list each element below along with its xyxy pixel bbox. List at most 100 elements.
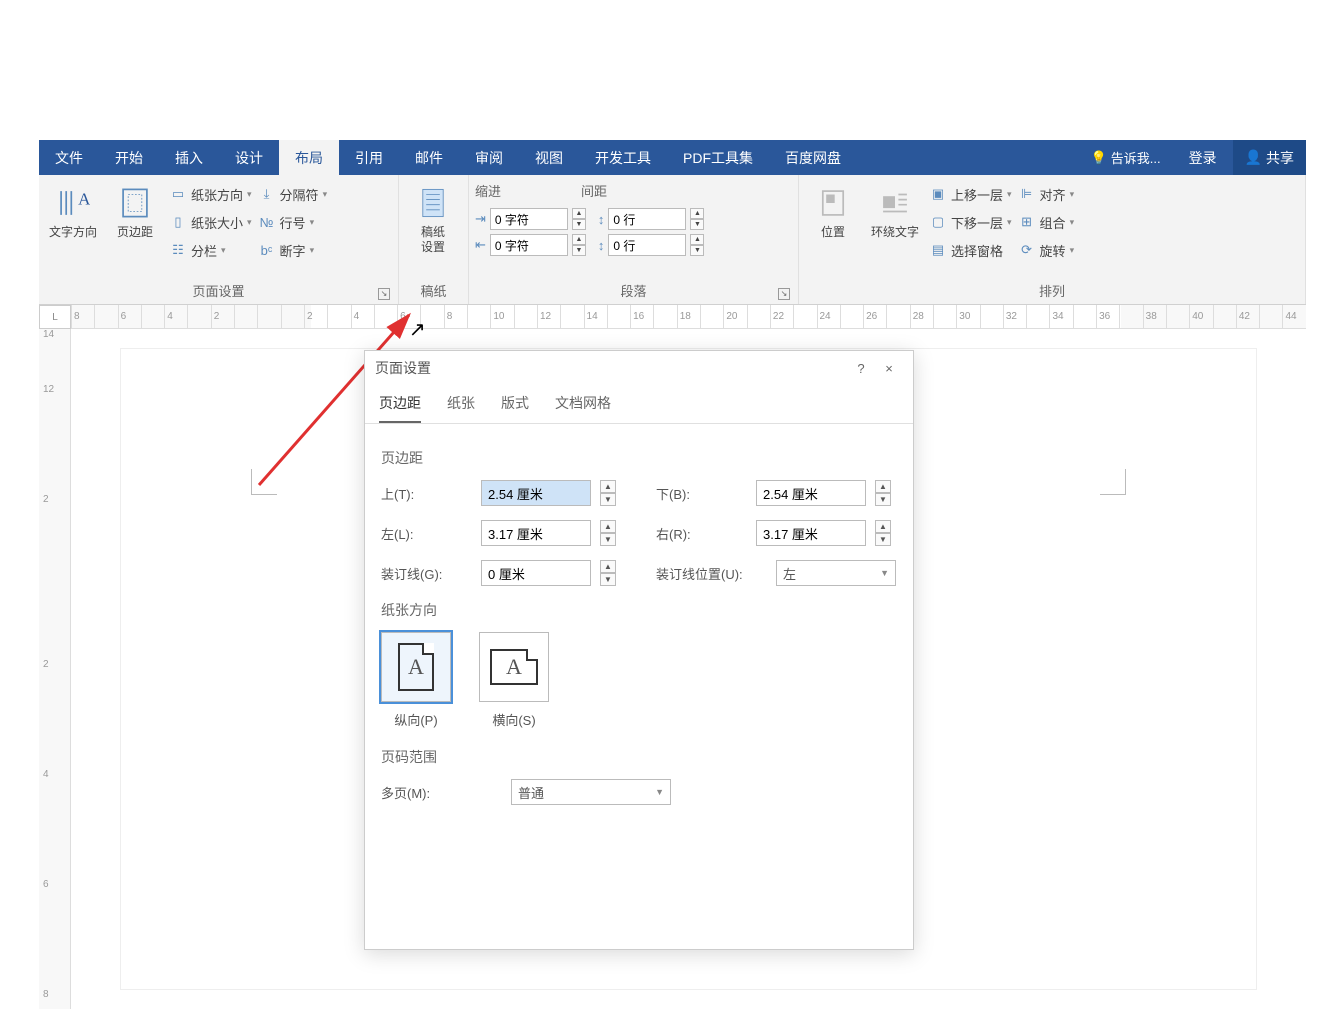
spacing-after-input[interactable]	[608, 234, 686, 256]
send-backward-button[interactable]: ▢下移一层	[929, 211, 1012, 233]
page-setup-launcher[interactable]: ↘	[378, 288, 390, 300]
margin-left-up[interactable]: ▲	[600, 520, 616, 533]
breaks-button[interactable]: ⤓分隔符	[258, 183, 328, 205]
margins-button[interactable]: 页边距	[107, 179, 163, 240]
tab-references[interactable]: 引用	[339, 140, 399, 175]
gutter-pos-label: 装订线位置(U):	[656, 564, 766, 583]
orientation-section-label: 纸张方向	[381, 600, 897, 620]
line-numbers-button[interactable]: №行号	[258, 211, 328, 233]
dialog-tab-paper[interactable]: 纸张	[447, 393, 475, 423]
columns-icon: ☷	[169, 242, 187, 258]
margin-left-input[interactable]	[481, 520, 591, 546]
spacing-before-input[interactable]	[608, 208, 686, 230]
text-direction-button[interactable]: A 文字方向	[45, 179, 101, 240]
dialog-help-button[interactable]: ?	[847, 361, 875, 376]
margin-top-up[interactable]: ▲	[600, 480, 616, 493]
tab-pdf[interactable]: PDF工具集	[667, 140, 769, 175]
margin-right-down[interactable]: ▼	[875, 533, 891, 546]
dialog-tab-grid[interactable]: 文档网格	[555, 393, 611, 423]
gutter-down[interactable]: ▼	[600, 573, 616, 586]
share-icon: 👤	[1245, 149, 1262, 166]
gutter-input[interactable]	[481, 560, 591, 586]
text-direction-icon: A	[56, 186, 90, 220]
position-button[interactable]: 位置	[805, 179, 861, 240]
wrap-icon	[878, 186, 912, 220]
margin-bottom-input[interactable]	[756, 480, 866, 506]
tab-file[interactable]: 文件	[39, 140, 99, 175]
spacing-before-down[interactable]: ▼	[690, 219, 704, 230]
svg-text:A: A	[78, 190, 90, 209]
selection-pane-icon: ▤	[929, 242, 947, 258]
tab-developer[interactable]: 开发工具	[579, 140, 667, 175]
send-backward-icon: ▢	[929, 214, 947, 230]
orientation-button[interactable]: ▭纸张方向	[169, 183, 252, 205]
spacing-after-icon: ↕	[598, 238, 605, 253]
tab-home[interactable]: 开始	[99, 140, 159, 175]
indent-left-input[interactable]	[490, 208, 568, 230]
wrap-text-button[interactable]: 环绕文字	[867, 179, 923, 240]
spacing-before-up[interactable]: ▲	[690, 208, 704, 219]
manuscript-group-label: 稿纸	[405, 282, 462, 302]
paragraph-launcher[interactable]: ↘	[778, 288, 790, 300]
indent-right-down[interactable]: ▼	[572, 245, 586, 256]
size-button[interactable]: ▯纸张大小	[169, 211, 252, 233]
size-icon: ▯	[169, 214, 187, 230]
gutter-pos-select[interactable]: 左▼	[776, 560, 896, 586]
rotate-icon: ⟳	[1018, 242, 1036, 258]
tab-layout[interactable]: 布局	[279, 140, 339, 175]
tab-review[interactable]: 审阅	[459, 140, 519, 175]
group-icon: ⊞	[1018, 214, 1036, 230]
tab-insert[interactable]: 插入	[159, 140, 219, 175]
margin-bottom-down[interactable]: ▼	[875, 493, 891, 506]
bring-forward-button[interactable]: ▣上移一层	[929, 183, 1012, 205]
bring-forward-icon: ▣	[929, 186, 947, 202]
margin-left-down[interactable]: ▼	[600, 533, 616, 546]
horizontal-ruler[interactable]: 8642246810121416182022242628303234363840…	[71, 305, 1306, 329]
hyphenation-icon: bᶜ	[258, 243, 276, 258]
tab-mailings[interactable]: 邮件	[399, 140, 459, 175]
indent-right-input[interactable]	[490, 234, 568, 256]
columns-button[interactable]: ☷分栏	[169, 239, 252, 261]
spacing-before-field[interactable]: ↕ ▲▼	[598, 208, 705, 230]
margin-top-input[interactable]	[481, 480, 591, 506]
spacing-after-down[interactable]: ▼	[690, 245, 704, 256]
margin-top-down[interactable]: ▼	[600, 493, 616, 506]
gutter-up[interactable]: ▲	[600, 560, 616, 573]
indent-right-up[interactable]: ▲	[572, 234, 586, 245]
hyphenation-button[interactable]: bᶜ断字	[258, 239, 328, 261]
margin-bottom-up[interactable]: ▲	[875, 480, 891, 493]
orientation-portrait[interactable]: A 纵向(P)	[381, 632, 451, 729]
tell-me-search[interactable]: 💡告诉我...	[1079, 140, 1173, 175]
orientation-landscape[interactable]: A 横向(S)	[479, 632, 549, 729]
manuscript-settings-button[interactable]: 稿纸 设置	[405, 179, 461, 255]
indent-right-field[interactable]: ⇤ ▲▼	[475, 234, 586, 256]
spacing-after-field[interactable]: ↕ ▲▼	[598, 234, 705, 256]
margin-right-input[interactable]	[756, 520, 866, 546]
page-range-section-label: 页码范围	[381, 747, 897, 767]
tab-design[interactable]: 设计	[219, 140, 279, 175]
group-button[interactable]: ⊞组合	[1018, 211, 1075, 233]
vertical-ruler[interactable]: 141222468	[39, 329, 71, 1009]
selection-pane-button[interactable]: ▤选择窗格	[929, 239, 1012, 261]
indent-left-down[interactable]: ▼	[572, 219, 586, 230]
multipage-select[interactable]: 普通▼	[511, 779, 671, 805]
indent-label: 缩进	[475, 181, 501, 200]
spacing-after-up[interactable]: ▲	[690, 234, 704, 245]
rotate-button[interactable]: ⟳旋转	[1018, 239, 1075, 261]
orientation-icon: ▭	[169, 186, 187, 202]
dialog-close-button[interactable]: ×	[875, 361, 903, 376]
indent-left-up[interactable]: ▲	[572, 208, 586, 219]
login-button[interactable]: 登录	[1173, 140, 1233, 175]
align-icon: ⊫	[1018, 186, 1036, 202]
dialog-tab-margins[interactable]: 页边距	[379, 393, 421, 423]
indent-left-field[interactable]: ⇥ ▲▼	[475, 208, 586, 230]
margin-right-up[interactable]: ▲	[875, 520, 891, 533]
dialog-tab-layout[interactable]: 版式	[501, 393, 529, 423]
tab-baidu[interactable]: 百度网盘	[769, 140, 857, 175]
share-button[interactable]: 👤共享	[1233, 140, 1306, 175]
tab-view[interactable]: 视图	[519, 140, 579, 175]
align-button[interactable]: ⊫对齐	[1018, 183, 1075, 205]
line-numbers-icon: №	[258, 215, 276, 230]
page-setup-group-label: 页面设置	[192, 284, 244, 299]
margin-corner-tr	[1100, 469, 1126, 495]
